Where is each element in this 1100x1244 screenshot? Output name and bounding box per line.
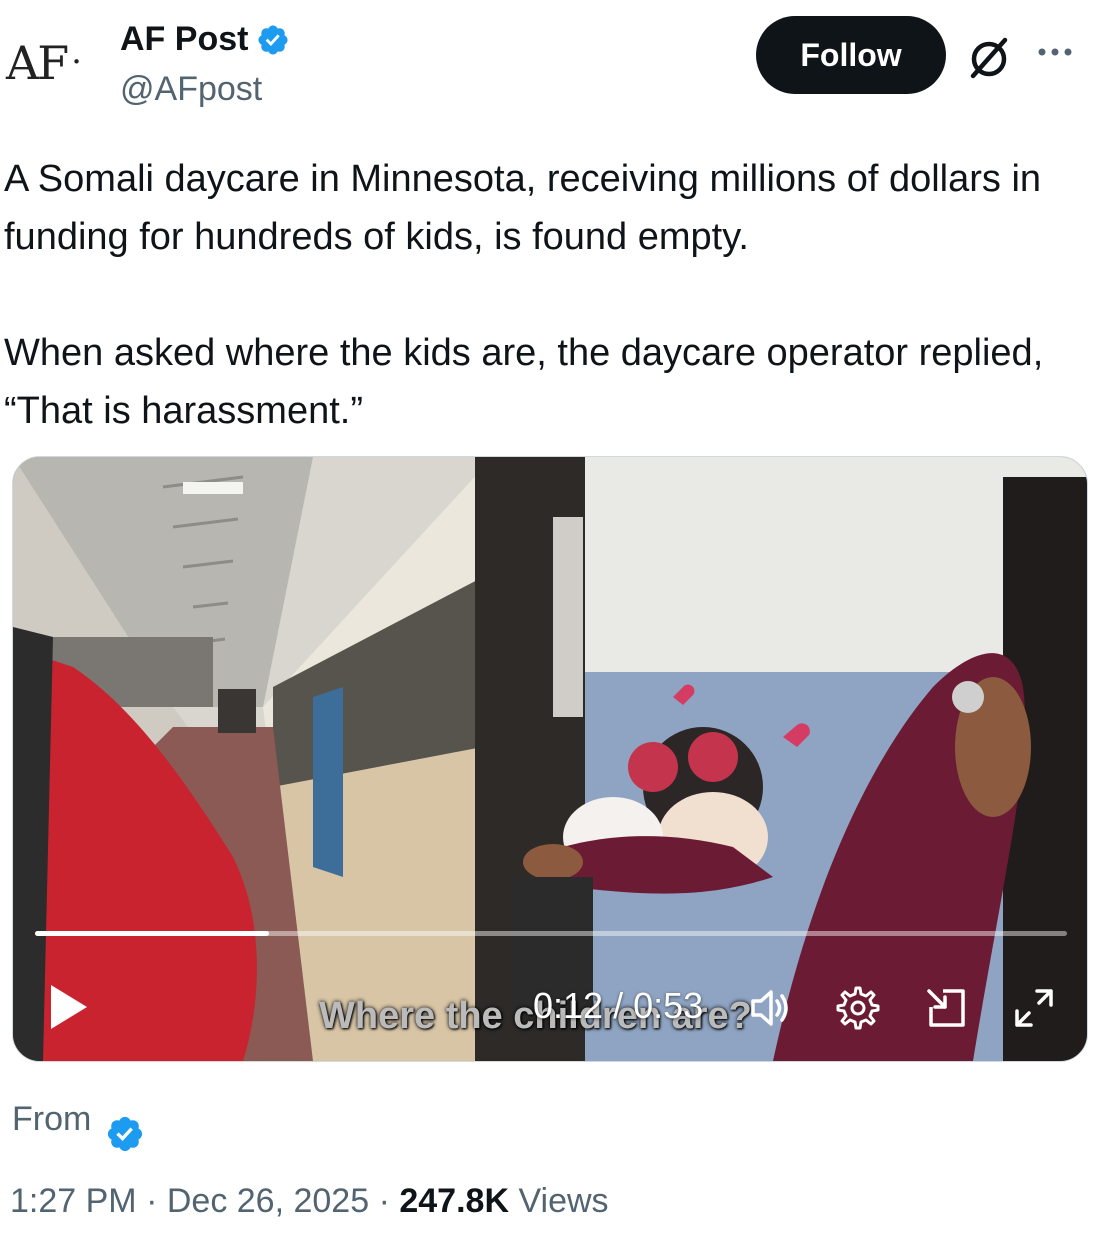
meta-separator: · bbox=[378, 1182, 390, 1220]
more-options-icon[interactable] bbox=[1030, 32, 1080, 72]
grok-icon[interactable] bbox=[964, 32, 1014, 82]
video-frame bbox=[13, 457, 1087, 1061]
tweet-time[interactable]: 1:27 PM bbox=[10, 1182, 137, 1220]
author-avatar[interactable]: AF. bbox=[6, 32, 106, 92]
follow-button[interactable]: Follow bbox=[756, 16, 946, 94]
tweet-paragraph: A Somali daycare in Minnesota, receiving… bbox=[4, 158, 1042, 258]
settings-gear-icon[interactable] bbox=[835, 985, 881, 1031]
picture-in-picture-icon[interactable] bbox=[923, 985, 969, 1031]
video-progress-fill bbox=[35, 931, 269, 936]
author-handle[interactable]: @AFpost bbox=[120, 70, 262, 109]
avatar-text: AF bbox=[6, 36, 69, 90]
tweet-date[interactable]: Dec 26, 2025 bbox=[167, 1182, 369, 1220]
volume-icon[interactable] bbox=[749, 985, 795, 1031]
tweet-metadata: 1:27 PM · Dec 26, 2025 · 247.8K Views bbox=[10, 1182, 609, 1221]
video-time-display: 0:12 / 0:53 bbox=[533, 985, 704, 1026]
tweet-text: A Somali daycare in Minnesota, receiving… bbox=[4, 150, 1084, 440]
tweet-paragraph: When asked where the kids are, the dayca… bbox=[4, 332, 1044, 432]
views-label: Views bbox=[518, 1182, 609, 1220]
video-progress-bar[interactable] bbox=[35, 931, 1067, 936]
meta-separator: · bbox=[146, 1182, 158, 1220]
verified-badge-icon[interactable] bbox=[105, 1114, 145, 1154]
fullscreen-icon[interactable] bbox=[1011, 985, 1057, 1031]
author-display-name[interactable]: AF Post bbox=[120, 20, 248, 59]
verified-badge-icon[interactable] bbox=[256, 23, 290, 57]
video-player[interactable]: Where the children are? 0:12 / 0:53 bbox=[12, 456, 1088, 1062]
source-label: From bbox=[12, 1099, 92, 1138]
views-count: 247.8K bbox=[399, 1182, 509, 1220]
avatar-dot: . bbox=[71, 32, 82, 72]
play-icon[interactable] bbox=[49, 983, 89, 1031]
source-attribution: From bbox=[12, 1084, 145, 1154]
author-name-row: AF Post bbox=[120, 20, 290, 59]
